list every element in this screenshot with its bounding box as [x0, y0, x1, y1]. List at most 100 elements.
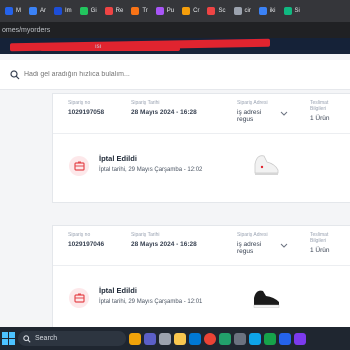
bookmark-item[interactable]: Cr	[179, 3, 202, 19]
status-date: İptal tarihi, 29 Mayıs Çarşamba - 12:01	[99, 299, 203, 305]
bookmark-favicon-icon	[104, 7, 113, 15]
order-card: Sipariş no 1029197058 Sipariş Tarihi 28 …	[52, 93, 350, 203]
excel-icon[interactable]	[264, 332, 276, 345]
sneaker-icon	[253, 290, 280, 308]
folder-icon[interactable]	[174, 332, 186, 345]
bookmark-favicon-icon	[79, 7, 88, 15]
status-date: İptal tarihi, 29 Mayıs Çarşamba - 12:02	[99, 167, 203, 173]
order-header[interactable]: Sipariş no 1029197058 Sipariş Tarihi 28 …	[53, 94, 350, 134]
order-date: Sipariş Tarihi 28 Mayıs 2024 - 16:28	[131, 232, 197, 248]
search-input[interactable]	[24, 71, 324, 78]
order-delivery-value: 1 Ürün	[310, 115, 330, 122]
taskbar-search-label: Search	[35, 335, 58, 342]
order-status: İptal Edildi İptal tarihi, 29 Mayıs Çarş…	[53, 266, 350, 334]
product-thumbnail[interactable]	[249, 140, 283, 188]
order-address: Sipariş Adresi iş adresi regus	[237, 232, 277, 255]
bookmark-item[interactable]: Im	[51, 3, 75, 19]
order-address-label: Sipariş Adresi	[237, 232, 268, 238]
product-thumbnail[interactable]	[249, 272, 283, 320]
order-date-label: Sipariş Tarihi	[131, 100, 160, 106]
bookmark-label: cir	[244, 8, 251, 14]
order-delivery: Teslimat Bilgileri 1 Ürün	[310, 100, 342, 122]
url-text[interactable]: omes/myorders	[2, 27, 50, 34]
order-date-value: 28 Mayıs 2024 - 16:28	[131, 109, 197, 116]
search-icon	[23, 334, 31, 343]
app-icon[interactable]	[159, 332, 171, 345]
search-bar	[0, 60, 350, 90]
order-number-value: 1029197058	[68, 109, 105, 116]
order-number-label: Sipariş no	[68, 100, 91, 106]
bookmark-favicon-icon	[54, 7, 62, 15]
order-status: İptal Edildi İptal tarihi, 29 Mayıs Çarş…	[53, 134, 350, 202]
file-explorer-icon[interactable]	[129, 332, 141, 345]
app-icon[interactable]	[234, 332, 246, 345]
header-text: ısı	[95, 44, 102, 50]
bookmark-label: M	[16, 8, 21, 14]
bookmark-item[interactable]: Sc	[204, 3, 228, 19]
bookmark-favicon-icon	[131, 7, 140, 15]
bookmark-favicon-icon	[258, 7, 267, 15]
order-number-label: Sipariş no	[68, 232, 91, 238]
order-address-label: Sipariş Adresi	[237, 100, 268, 106]
bookmark-item[interactable]: Si	[281, 3, 303, 19]
order-address-value: iş adresi regus	[237, 241, 262, 255]
edge-icon[interactable]	[189, 332, 201, 345]
order-number-value: 1029197046	[68, 241, 105, 248]
chevron-down-icon[interactable]	[280, 111, 288, 117]
bookmark-label: Im	[65, 8, 72, 14]
bookmarks-bar: M Ar Im Gi Re Tr Pu Cr Sc cir iki Si	[0, 0, 350, 22]
bookmark-label: Re	[115, 8, 124, 14]
order-date: Sipariş Tarihi 28 Mayıs 2024 - 16:28	[131, 100, 197, 116]
order-card: Sipariş no 1029197046 Sipariş Tarihi 28 …	[52, 225, 350, 335]
order-address: Sipariş Adresi iş adresi regus	[237, 100, 277, 123]
bookmark-label: Cr	[193, 8, 200, 14]
bookmark-item[interactable]: Pu	[153, 3, 177, 19]
taskbar-search[interactable]: Search	[18, 331, 126, 346]
taskbar: Search	[0, 327, 350, 350]
bookmark-item[interactable]: Re	[102, 3, 127, 19]
order-number: Sipariş no 1029197058	[68, 100, 104, 116]
word-icon[interactable]	[279, 332, 291, 345]
sneaker-icon	[254, 155, 279, 175]
windows-start-icon[interactable]	[2, 332, 15, 345]
redaction-mark	[40, 47, 180, 51]
app-icon[interactable]	[249, 332, 261, 345]
app-icon[interactable]	[219, 332, 231, 345]
teams-icon[interactable]	[144, 332, 156, 345]
bookmark-label: Si	[294, 8, 300, 14]
order-delivery-label: Teslimat Bilgileri	[310, 100, 329, 112]
bookmark-favicon-icon	[233, 7, 242, 15]
order-header[interactable]: Sipariş no 1029197046 Sipariş Tarihi 28 …	[53, 226, 350, 266]
cancelled-package-icon	[69, 288, 89, 308]
chrome-icon[interactable]	[204, 332, 216, 345]
order-address-value: iş adresi regus	[237, 109, 262, 123]
order-date-value: 28 Mayıs 2024 - 16:28	[131, 241, 197, 248]
order-delivery-label: Teslimat Bilgileri	[310, 232, 329, 244]
address-bar[interactable]: omes/myorders	[0, 22, 350, 38]
bookmark-favicon-icon	[155, 7, 164, 15]
bookmark-item[interactable]: Tr	[128, 3, 150, 19]
status-title: İptal Edildi	[99, 286, 137, 295]
app-icon[interactable]	[294, 332, 306, 345]
bookmark-favicon-icon	[182, 7, 191, 15]
bookmark-favicon-icon	[5, 7, 13, 15]
bookmark-item[interactable]: cir	[231, 3, 254, 19]
order-date-label: Sipariş Tarihi	[131, 232, 160, 238]
order-delivery-value: 1 Ürün	[310, 247, 330, 254]
bookmark-item[interactable]: Ar	[26, 3, 49, 19]
bookmark-label: Ar	[40, 8, 46, 14]
bookmark-item[interactable]: iki	[256, 3, 279, 19]
search-icon[interactable]	[10, 69, 20, 80]
bookmark-favicon-icon	[283, 7, 292, 15]
bookmark-label: iki	[269, 8, 276, 14]
chevron-down-icon[interactable]	[280, 243, 288, 249]
bookmark-item[interactable]: Gi	[77, 3, 100, 19]
bookmark-label: Gi	[90, 8, 97, 14]
bookmark-item[interactable]: M	[2, 3, 24, 19]
bookmark-label: Sc	[218, 8, 226, 14]
order-number: Sipariş no 1029197046	[68, 232, 104, 248]
status-title: İptal Edildi	[99, 154, 137, 163]
cancelled-package-icon	[69, 156, 89, 176]
bookmark-label: Pu	[166, 8, 175, 14]
bookmark-favicon-icon	[29, 7, 37, 15]
